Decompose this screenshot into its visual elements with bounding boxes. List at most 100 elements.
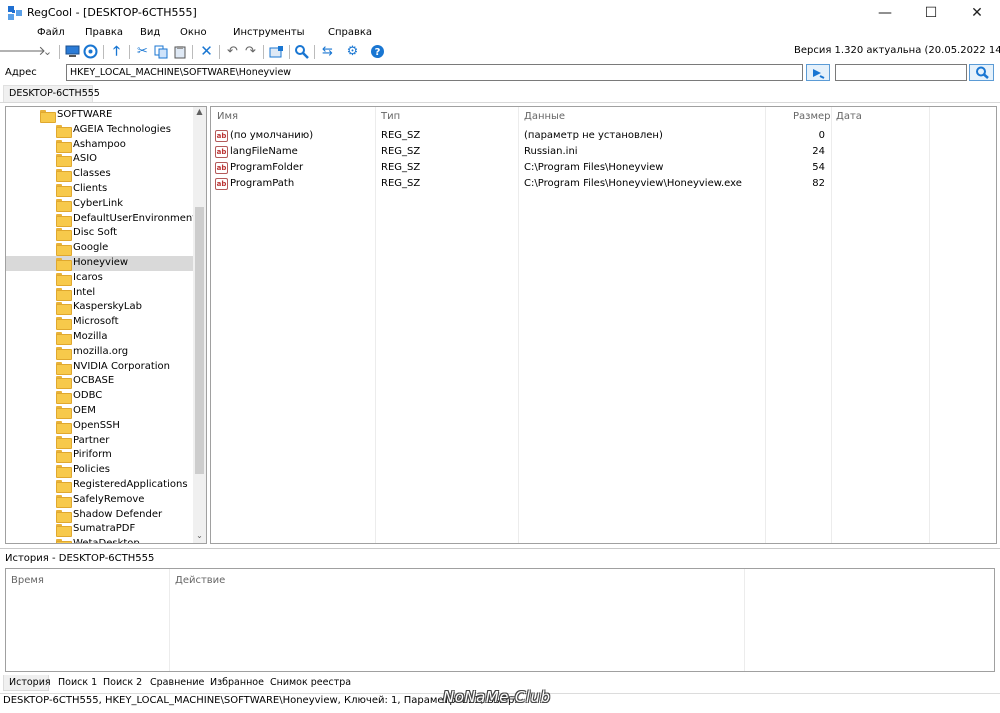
- column-header-time[interactable]: Время: [11, 575, 44, 586]
- tree-item-selected[interactable]: Honeyview: [6, 256, 193, 271]
- value-row[interactable]: ab (по умолчанию) REG_SZ (параметр не устан…: [211, 129, 929, 144]
- scroll-up-icon[interactable]: ▲: [195, 107, 204, 119]
- tree-item[interactable]: AGEIA Technologies: [6, 123, 193, 138]
- folder-icon: [56, 435, 72, 449]
- minimize-button[interactable]: —: [862, 0, 908, 26]
- scroll-down-icon[interactable]: ⌄: [195, 531, 204, 543]
- tree-item[interactable]: Classes: [6, 167, 193, 183]
- gear-icon[interactable]: ⚙: [344, 43, 361, 60]
- column-divider: [744, 569, 745, 671]
- folder-icon: [56, 406, 72, 419]
- tree-item[interactable]: Google: [6, 241, 193, 257]
- search-input[interactable]: [835, 64, 967, 81]
- tree-item[interactable]: Intel: [6, 286, 193, 301]
- toolbar-separator: [289, 45, 290, 59]
- paste-icon[interactable]: [171, 43, 188, 60]
- tab-search-1[interactable]: Поиск 1: [58, 677, 97, 688]
- value-size: 24: [812, 146, 825, 157]
- tree-item[interactable]: mozilla.org: [6, 345, 193, 360]
- tree-item-label: Microsoft: [73, 316, 119, 328]
- tree-item[interactable]: WetaDesktop: [6, 537, 193, 543]
- value-row[interactable]: ab ProgramFolder REG_SZ C:\Program Files\Ho…: [211, 161, 929, 176]
- tree-item[interactable]: Microsoft: [6, 315, 193, 331]
- tree-item[interactable]: DefaultUserEnvironment: [6, 212, 196, 227]
- column-header-type[interactable]: Тип: [381, 111, 400, 122]
- tree-item[interactable]: ODBC: [6, 389, 193, 405]
- menu-help[interactable]: Справка: [328, 27, 372, 38]
- tree-item[interactable]: Ashampoo: [6, 138, 193, 153]
- refresh-icon[interactable]: ⇆: [319, 43, 336, 60]
- undo-icon[interactable]: ↶: [224, 43, 241, 60]
- tree-item[interactable]: SumatraPDF: [6, 522, 193, 538]
- version-status: Версия 1.320 актуальна (20.05.2022 14:38…: [794, 45, 1000, 56]
- history-list[interactable]: Время Действие: [5, 568, 995, 672]
- find-icon[interactable]: [293, 43, 310, 60]
- new-key-icon[interactable]: [268, 43, 285, 60]
- arrow-up-icon[interactable]: 🡑: [108, 43, 125, 60]
- tree-item[interactable]: NVIDIA Corporation: [6, 360, 193, 375]
- network-icon[interactable]: [82, 43, 99, 60]
- menu-view[interactable]: Вид: [140, 27, 160, 38]
- column-header-action[interactable]: Действие: [175, 575, 225, 586]
- cut-icon[interactable]: ✂: [134, 43, 151, 60]
- splitter[interactable]: [0, 548, 1000, 549]
- tree-item[interactable]: Icaros: [6, 271, 193, 286]
- delete-icon[interactable]: ✕: [198, 43, 215, 60]
- address-input[interactable]: [66, 64, 803, 81]
- column-header-name[interactable]: Имя: [217, 111, 238, 122]
- tree-item[interactable]: OpenSSH: [6, 419, 193, 434]
- tree-item[interactable]: Shadow Defender: [6, 508, 193, 523]
- menu-window[interactable]: Окно: [180, 27, 207, 38]
- menu-edit[interactable]: Правка: [85, 27, 123, 38]
- tab-favorites[interactable]: Избранное: [210, 677, 264, 688]
- tree-item-label: Clients: [73, 183, 108, 194]
- folder-icon: [56, 391, 72, 405]
- tree-item[interactable]: Clients: [6, 182, 193, 197]
- tab-compare[interactable]: Сравнение: [150, 677, 204, 688]
- arrow-right-icon[interactable]: 🡒: [11, 43, 46, 60]
- value-row[interactable]: ab langFileName REG_SZ Russian.ini 24: [211, 145, 929, 160]
- tree-item[interactable]: Mozilla: [6, 330, 193, 345]
- search-button[interactable]: [969, 64, 994, 81]
- computer-icon[interactable]: [64, 43, 81, 60]
- tree-item[interactable]: RegisteredApplications: [6, 478, 193, 493]
- tree-item[interactable]: Policies: [6, 463, 193, 479]
- menu-tools[interactable]: Инструменты: [233, 27, 305, 38]
- string-value-icon: ab: [215, 130, 228, 142]
- folder-icon: [56, 198, 72, 212]
- value-size: 82: [812, 178, 825, 189]
- column-header-size[interactable]: Размер: [793, 111, 831, 122]
- address-go-button[interactable]: [806, 64, 830, 81]
- tree-item[interactable]: SOFTWARE: [6, 108, 193, 123]
- folder-icon: [56, 213, 72, 227]
- maximize-button[interactable]: ☐: [908, 0, 954, 26]
- tree-item[interactable]: OEM: [6, 404, 193, 419]
- tree-item[interactable]: KasperskyLab: [6, 300, 193, 316]
- tab-search-2[interactable]: Поиск 2: [103, 677, 142, 688]
- tree-item[interactable]: OCBASE: [6, 374, 193, 390]
- registry-tree[interactable]: SOFTWARE AGEIA Technologies Ashampoo ASIO Cl…: [5, 106, 207, 544]
- column-header-date[interactable]: Дата: [836, 111, 862, 122]
- values-list[interactable]: Имя Тип Данные Размер Дата ab (по умолчан…: [210, 106, 997, 544]
- tree-item[interactable]: Partner: [6, 434, 193, 449]
- tree-item[interactable]: CyberLink: [6, 197, 193, 212]
- help-icon[interactable]: ?: [369, 43, 386, 60]
- tree-item[interactable]: Piriform: [6, 448, 193, 464]
- machine-tab[interactable]: DESKTOP-6CTH555: [3, 85, 100, 102]
- tab-history[interactable]: История: [9, 677, 51, 688]
- tree-item-label: Icaros: [73, 271, 103, 283]
- tree-item[interactable]: ASIO: [6, 152, 193, 168]
- redo-icon[interactable]: ↷: [242, 43, 259, 60]
- tree-scrollbar-thumb[interactable]: [195, 207, 204, 474]
- column-header-data[interactable]: Данные: [524, 111, 565, 122]
- copy-icon[interactable]: [152, 43, 169, 60]
- tab-snapshot[interactable]: Снимок реестра: [270, 677, 351, 688]
- toolbar-separator: [59, 45, 60, 59]
- menu-file[interactable]: Файл: [37, 27, 65, 38]
- chevron-down-icon[interactable]: ⌄: [39, 43, 56, 60]
- tree-item[interactable]: SafelyRemove: [6, 493, 193, 508]
- value-row[interactable]: ab ProgramPath REG_SZ C:\Program Files\Hone…: [211, 177, 929, 192]
- close-button[interactable]: ✕: [954, 0, 1000, 26]
- folder-icon: [56, 361, 72, 375]
- tree-item[interactable]: Disc Soft: [6, 226, 193, 242]
